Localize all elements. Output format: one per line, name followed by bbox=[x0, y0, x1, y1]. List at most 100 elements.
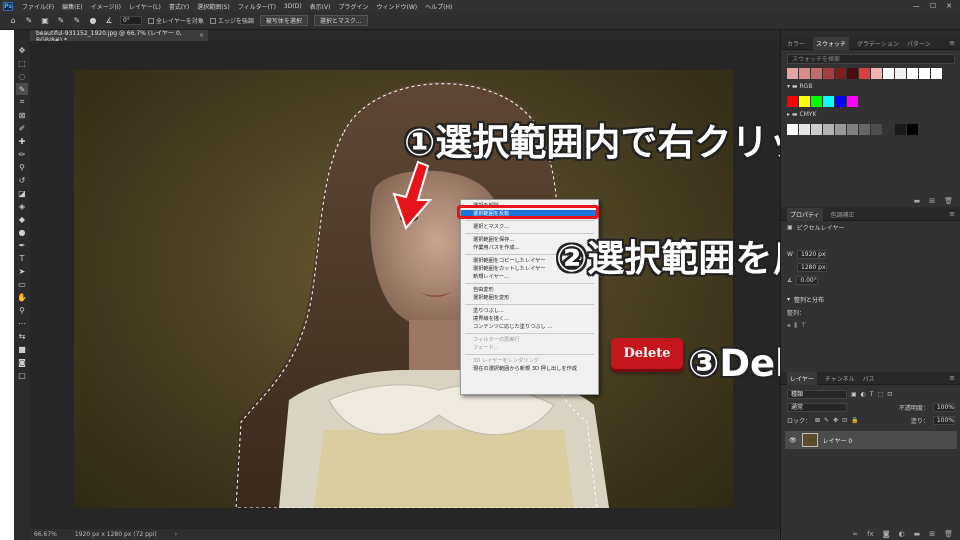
marquee-tool-icon[interactable]: ⬚ bbox=[16, 57, 28, 69]
new-swatch-icon[interactable]: ⊞ bbox=[929, 197, 935, 205]
tab-swatches[interactable]: スウォッチ bbox=[813, 36, 850, 50]
brush-size-icon[interactable]: ● bbox=[88, 16, 98, 26]
home-icon[interactable]: ⌂ bbox=[8, 16, 18, 26]
swatch[interactable] bbox=[835, 96, 846, 107]
path-select-tool-icon[interactable]: ➤ bbox=[16, 265, 28, 277]
swatch[interactable] bbox=[787, 124, 798, 135]
fx-icon[interactable]: fx bbox=[867, 530, 874, 538]
swatch[interactable] bbox=[799, 124, 810, 135]
filter-smart-icon[interactable]: ⊡ bbox=[887, 391, 892, 398]
menu-layer[interactable]: レイヤー(L) bbox=[125, 2, 165, 11]
menu-help[interactable]: ヘルプ(H) bbox=[421, 2, 456, 11]
close-tab-icon[interactable]: × bbox=[199, 32, 204, 39]
healing-brush-icon[interactable]: ✚ bbox=[16, 135, 28, 147]
lasso-tool-icon[interactable]: ◌ bbox=[16, 70, 28, 82]
tab-channels[interactable]: チャンネル bbox=[825, 374, 855, 383]
swatch[interactable] bbox=[907, 68, 918, 79]
context-menu-item[interactable]: 塗りつぶし... bbox=[461, 307, 598, 315]
link-icon[interactable]: ∞ bbox=[852, 530, 858, 538]
swatch[interactable] bbox=[847, 96, 858, 107]
minimize-button[interactable]: — bbox=[913, 2, 920, 10]
hand-tool-icon[interactable]: ✋ bbox=[16, 291, 28, 303]
menu-plugins[interactable]: プラグイン bbox=[334, 2, 372, 11]
crop-tool-icon[interactable]: ⌗ bbox=[16, 96, 28, 108]
dodge-tool-icon[interactable]: ● bbox=[16, 226, 28, 238]
filter-type-icon[interactable]: T bbox=[870, 391, 874, 398]
swatch[interactable] bbox=[799, 68, 810, 79]
quick-selection-tool-icon[interactable]: ✎ bbox=[16, 83, 28, 95]
move-tool-icon[interactable]: ✥ bbox=[16, 44, 28, 56]
swatch[interactable] bbox=[883, 124, 894, 135]
tab-color[interactable]: カラー bbox=[787, 39, 805, 48]
tab-gradients[interactable]: グラデーション bbox=[857, 39, 899, 48]
menu-view[interactable]: 表示(V) bbox=[306, 2, 335, 11]
align-top-icon[interactable]: ⊤ bbox=[801, 322, 806, 329]
properties-menu-icon[interactable]: ≡ bbox=[949, 210, 955, 218]
swatch[interactable] bbox=[799, 96, 810, 107]
context-menu-item[interactable]: 選択範囲を変形 bbox=[461, 294, 598, 302]
brush-tool-icon[interactable]: ✏ bbox=[16, 148, 28, 160]
filter-shape-icon[interactable]: ⬚ bbox=[878, 391, 884, 398]
add-selection-icon[interactable]: ✎ bbox=[56, 16, 66, 26]
visibility-eye-icon[interactable]: 👁 bbox=[789, 437, 797, 444]
filter-pixel-icon[interactable]: ▣ bbox=[851, 391, 857, 398]
lock-pixels-icon[interactable]: ⊠ bbox=[815, 417, 820, 424]
new-group-icon[interactable]: ▬ bbox=[914, 197, 921, 205]
type-tool-icon[interactable]: T bbox=[16, 252, 28, 264]
status-arrow-icon[interactable]: › bbox=[175, 531, 177, 538]
menu-filter[interactable]: フィルター(T) bbox=[234, 2, 280, 11]
stamp-tool-icon[interactable]: ⚲ bbox=[16, 161, 28, 173]
align-header[interactable]: ▾ 整列と分布 bbox=[781, 293, 960, 306]
zoom-tool-icon[interactable]: ⚲ bbox=[16, 304, 28, 316]
swatch[interactable] bbox=[811, 124, 822, 135]
align-center-icon[interactable]: ⫼ bbox=[794, 322, 797, 330]
lock-move-icon[interactable]: ✥ bbox=[833, 417, 838, 424]
swatch[interactable] bbox=[871, 124, 882, 135]
subtract-selection-icon[interactable]: ✎ bbox=[72, 16, 82, 26]
sample-all-layers-checkbox[interactable]: 全レイヤーを対象 bbox=[148, 16, 204, 25]
swatch[interactable] bbox=[823, 68, 834, 79]
swatch[interactable] bbox=[919, 68, 930, 79]
menu-type[interactable]: 書式(Y) bbox=[165, 2, 193, 11]
swatch[interactable] bbox=[823, 124, 834, 135]
swatch[interactable] bbox=[895, 68, 906, 79]
swatch[interactable] bbox=[787, 68, 798, 79]
enhance-edge-checkbox[interactable]: エッジを強調 bbox=[209, 16, 254, 25]
cmyk-group[interactable]: ▸ ▬ CMYK bbox=[781, 107, 960, 122]
layers-menu-icon[interactable]: ≡ bbox=[949, 374, 955, 382]
layer-name[interactable]: レイヤー 0 bbox=[823, 436, 853, 445]
mask-icon[interactable]: ◙ bbox=[883, 530, 890, 538]
history-brush-icon[interactable]: ↺ bbox=[16, 174, 28, 186]
frame-tool-icon[interactable]: ⊠ bbox=[16, 109, 28, 121]
eyedropper-tool-icon[interactable]: ✐ bbox=[16, 122, 28, 134]
swatch[interactable] bbox=[811, 68, 822, 79]
lock-brush-icon[interactable]: ✎ bbox=[824, 417, 829, 424]
tab-adjustments[interactable]: 色調補正 bbox=[831, 210, 855, 219]
rectangle-tool-icon[interactable]: ▭ bbox=[16, 278, 28, 290]
screen-mode-icon[interactable]: ▢ bbox=[16, 369, 28, 381]
swatch[interactable] bbox=[787, 96, 798, 107]
swatch[interactable] bbox=[835, 124, 846, 135]
panel-menu-icon[interactable]: ≡ bbox=[949, 39, 955, 47]
color-swap-icon[interactable]: ⇆ bbox=[16, 330, 28, 342]
width-field[interactable]: 1920 px bbox=[796, 250, 827, 259]
lock-all-icon[interactable]: 🔒 bbox=[851, 417, 858, 424]
blend-mode-select[interactable]: 通常 bbox=[787, 403, 847, 412]
kind-filter[interactable]: 種類 bbox=[787, 390, 847, 399]
swatch[interactable] bbox=[847, 68, 858, 79]
tab-patterns[interactable]: パターン bbox=[907, 39, 931, 48]
context-menu-item[interactable]: コンテンツに応じた塗りつぶし ... bbox=[461, 323, 598, 331]
gradient-tool-icon[interactable]: ◈ bbox=[16, 200, 28, 212]
height-field[interactable]: 1280 px bbox=[797, 263, 827, 272]
pen-tool-icon[interactable]: ✒ bbox=[16, 239, 28, 251]
angle-field[interactable]: 0° bbox=[120, 16, 142, 25]
swatch[interactable] bbox=[811, 96, 822, 107]
context-menu-item[interactable]: 自由変形 bbox=[461, 286, 598, 294]
quick-mask-icon[interactable]: ◙ bbox=[16, 356, 28, 368]
opacity-field[interactable]: 100% bbox=[932, 403, 955, 412]
eraser-tool-icon[interactable]: ◪ bbox=[16, 187, 28, 199]
context-menu-item[interactable]: 境界線を描く... bbox=[461, 315, 598, 323]
document-tab[interactable]: beautiful-931152_1920.jpg @ 66.7% (レイヤー … bbox=[30, 30, 208, 44]
tab-properties[interactable]: プロパティ bbox=[787, 207, 823, 221]
tab-layers[interactable]: レイヤー bbox=[787, 371, 817, 385]
